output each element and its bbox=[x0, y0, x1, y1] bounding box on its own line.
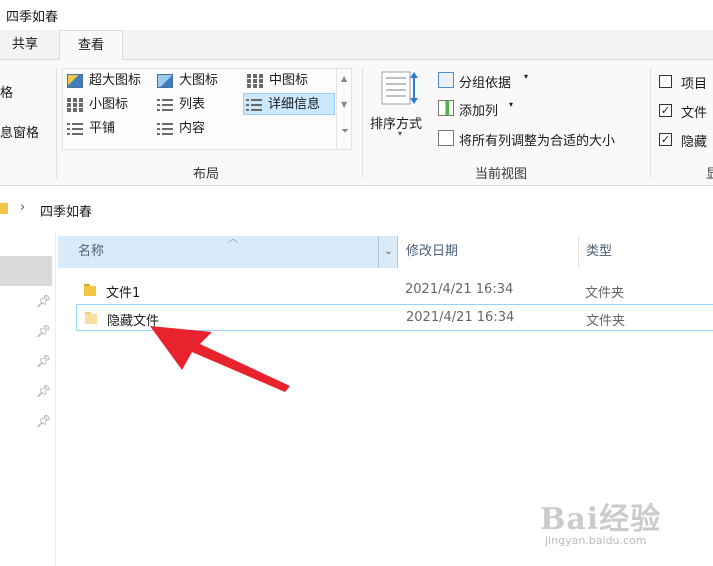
pin-icon[interactable]: 📌︎ bbox=[36, 354, 51, 368]
layout-content[interactable]: 内容 bbox=[155, 118, 235, 140]
small-icons-icon bbox=[67, 98, 83, 112]
list-item[interactable]: 文件1 2021/4/21 16:34 文件夹 bbox=[76, 277, 713, 304]
window-title: 四季如春 bbox=[6, 10, 59, 25]
show-hide-group-label: 显 bbox=[706, 167, 713, 182]
layout-gallery-scroll[interactable]: ▲ ▼ ⏷ bbox=[336, 68, 352, 150]
current-view-group-label: 当前视图 bbox=[475, 167, 528, 182]
chevron-down-icon: ▾ bbox=[509, 100, 514, 109]
details-icon bbox=[246, 98, 262, 112]
size-columns-button[interactable]: 将所有列调整为合适的大小 bbox=[459, 130, 615, 149]
file-modified: 2021/4/21 16:34 bbox=[406, 310, 515, 325]
layout-details[interactable]: 详细信息 bbox=[243, 93, 335, 115]
medium-icons-icon bbox=[247, 74, 263, 88]
layout-large-icons[interactable]: 大图标 bbox=[155, 70, 235, 92]
folder-icon bbox=[0, 203, 8, 214]
breadcrumb[interactable]: 四季如春 bbox=[40, 201, 92, 220]
layout-small-icons[interactable]: 小图标 bbox=[65, 94, 153, 116]
column-modified[interactable]: 修改日期 bbox=[398, 236, 578, 268]
sort-icon bbox=[381, 71, 418, 105]
file-type: 文件夹 bbox=[585, 286, 625, 301]
hidden-folder-icon bbox=[85, 312, 98, 325]
chevron-down-icon: ▾ bbox=[398, 129, 403, 138]
pin-icon[interactable]: 📌︎ bbox=[36, 414, 51, 428]
annotation-arrow bbox=[150, 326, 290, 392]
title-bar: 四季如春 bbox=[0, 0, 713, 30]
extra-large-icons-icon bbox=[67, 74, 83, 88]
chevron-right-icon[interactable]: › bbox=[20, 200, 25, 215]
layout-medium-icons[interactable]: 中图标 bbox=[245, 70, 333, 92]
ribbon-view: 格 息窗格 超大图标 大图标 中图标 小图标 列表 详细信息 平铺 内容 ▲ ▼… bbox=[0, 60, 713, 186]
scroll-down-icon[interactable]: ▼ bbox=[341, 100, 347, 109]
watermark: Bai经验 jingyan.baidu.com bbox=[540, 486, 710, 556]
column-name[interactable]: 名称 ︿ ⌄ bbox=[58, 234, 398, 268]
list-icon bbox=[157, 98, 173, 112]
ribbon-separator bbox=[362, 68, 363, 178]
column-header: 名称 ︿ ⌄ 修改日期 类型 bbox=[58, 234, 713, 268]
add-column-button[interactable]: 添加列 bbox=[459, 100, 498, 119]
file-type: 文件夹 bbox=[586, 314, 626, 329]
large-icons-icon bbox=[157, 74, 173, 88]
group-by-button[interactable]: 分组依据 bbox=[459, 72, 511, 91]
layout-group-label: 布局 bbox=[193, 167, 220, 182]
expand-gallery-icon[interactable]: ⏷ bbox=[341, 126, 349, 137]
address-bar[interactable]: › 四季如春 bbox=[0, 186, 713, 232]
hidden-items-checkbox[interactable]: ✓ bbox=[659, 133, 672, 146]
watermark-brand: Bai经验 bbox=[540, 502, 662, 537]
ribbon-separator bbox=[650, 68, 651, 178]
pin-icon[interactable]: 📌︎ bbox=[36, 384, 51, 398]
folder-icon bbox=[84, 284, 97, 297]
layout-list[interactable]: 列表 bbox=[155, 94, 235, 116]
size-columns-icon bbox=[438, 130, 454, 146]
tab-view[interactable]: 查看 bbox=[59, 30, 123, 60]
column-filter-chevron-icon[interactable]: ⌄ bbox=[378, 236, 398, 268]
file-extensions-label: 文件 bbox=[681, 106, 708, 121]
content-icon bbox=[157, 122, 173, 136]
column-type[interactable]: 类型 bbox=[578, 236, 713, 268]
pin-icon[interactable]: 📌︎ bbox=[36, 324, 51, 338]
group-by-icon bbox=[438, 72, 454, 88]
sort-by-label[interactable]: 排序方式 bbox=[370, 113, 422, 132]
preview-pane-button[interactable]: 格 bbox=[0, 82, 13, 101]
tiles-icon bbox=[67, 122, 83, 136]
file-name: 文件1 bbox=[106, 286, 141, 301]
details-pane-button[interactable]: 息窗格 bbox=[0, 122, 39, 141]
layout-extra-large-icons[interactable]: 超大图标 bbox=[65, 70, 157, 92]
pin-icon[interactable]: 📌︎ bbox=[36, 294, 51, 308]
layout-tiles[interactable]: 平铺 bbox=[65, 118, 153, 140]
file-extensions-checkbox[interactable]: ✓ bbox=[659, 104, 672, 117]
sort-ascending-icon: ︿ bbox=[228, 234, 238, 245]
item-checkboxes-label: 项目 bbox=[681, 77, 708, 92]
watermark-url: jingyan.baidu.com bbox=[545, 534, 647, 547]
chevron-down-icon: ▾ bbox=[524, 72, 529, 81]
file-modified: 2021/4/21 16:34 bbox=[405, 282, 514, 297]
hidden-items-label: 隐藏 bbox=[681, 135, 708, 150]
tab-share[interactable]: 共享 bbox=[0, 30, 50, 60]
sort-by-button[interactable] bbox=[380, 68, 418, 108]
item-checkboxes-checkbox[interactable] bbox=[659, 75, 672, 88]
nav-selected-item[interactable] bbox=[0, 256, 52, 286]
navigation-pane: 📌︎ 📌︎ 📌︎ 📌︎ 📌︎ bbox=[0, 232, 56, 566]
add-column-icon bbox=[438, 100, 454, 116]
scroll-up-icon[interactable]: ▲ bbox=[341, 74, 347, 83]
ribbon-tabs: 共享 查看 bbox=[0, 30, 713, 60]
ribbon-separator bbox=[56, 68, 57, 178]
